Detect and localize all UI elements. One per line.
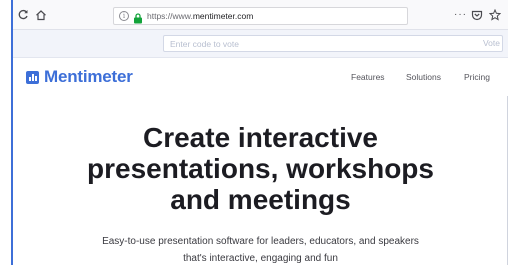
nav-link-solutions[interactable]: Solutions <box>406 71 441 83</box>
reload-icon[interactable] <box>17 9 31 21</box>
url-text[interactable]: https://www.mentimeter.com <box>147 11 253 22</box>
url-host: mentimeter.com <box>192 11 254 21</box>
address-bar[interactable]: i https://www.mentimeter.com <box>113 7 408 25</box>
nav-link-pricing[interactable]: Pricing <box>464 71 490 83</box>
nav-link-features[interactable]: Features <box>351 71 385 83</box>
pocket-icon[interactable] <box>471 9 485 21</box>
hero-section: Create interactive presentations, worksh… <box>13 96 508 265</box>
logo-text: Mentimeter <box>44 67 133 86</box>
vote-button[interactable]: Vote <box>483 36 500 51</box>
lock-icon[interactable] <box>133 11 143 24</box>
mentimeter-logo[interactable]: Mentimeter <box>26 67 133 87</box>
hero-title-line: presentations, workshops <box>87 153 434 184</box>
hero-title-line: Create interactive <box>142 122 378 153</box>
hero-subtitle: Easy-to-use presentation software for le… <box>13 233 508 265</box>
url-prefix: https://www. <box>147 11 193 21</box>
hero-subtitle-line: that's interactive, engaging and fun <box>183 253 338 264</box>
bookmark-star-icon[interactable] <box>489 9 503 21</box>
site-info-icon[interactable]: i <box>119 11 129 21</box>
vote-code-input[interactable] <box>163 35 503 52</box>
vote-code-bar: Vote <box>13 30 508 58</box>
site-header: Mentimeter Features Solutions Pricing <box>13 58 508 96</box>
mentimeter-logo-icon <box>26 70 39 84</box>
page-actions-overflow-icon[interactable]: ··· <box>454 9 467 21</box>
browser-toolbar: i https://www.mentimeter.com ··· <box>13 0 508 30</box>
hero-title: Create interactive presentations, worksh… <box>13 122 508 215</box>
hero-subtitle-line: Easy-to-use presentation software for le… <box>102 236 419 247</box>
hero-title-line: and meetings <box>170 184 351 215</box>
home-icon[interactable] <box>35 9 49 21</box>
